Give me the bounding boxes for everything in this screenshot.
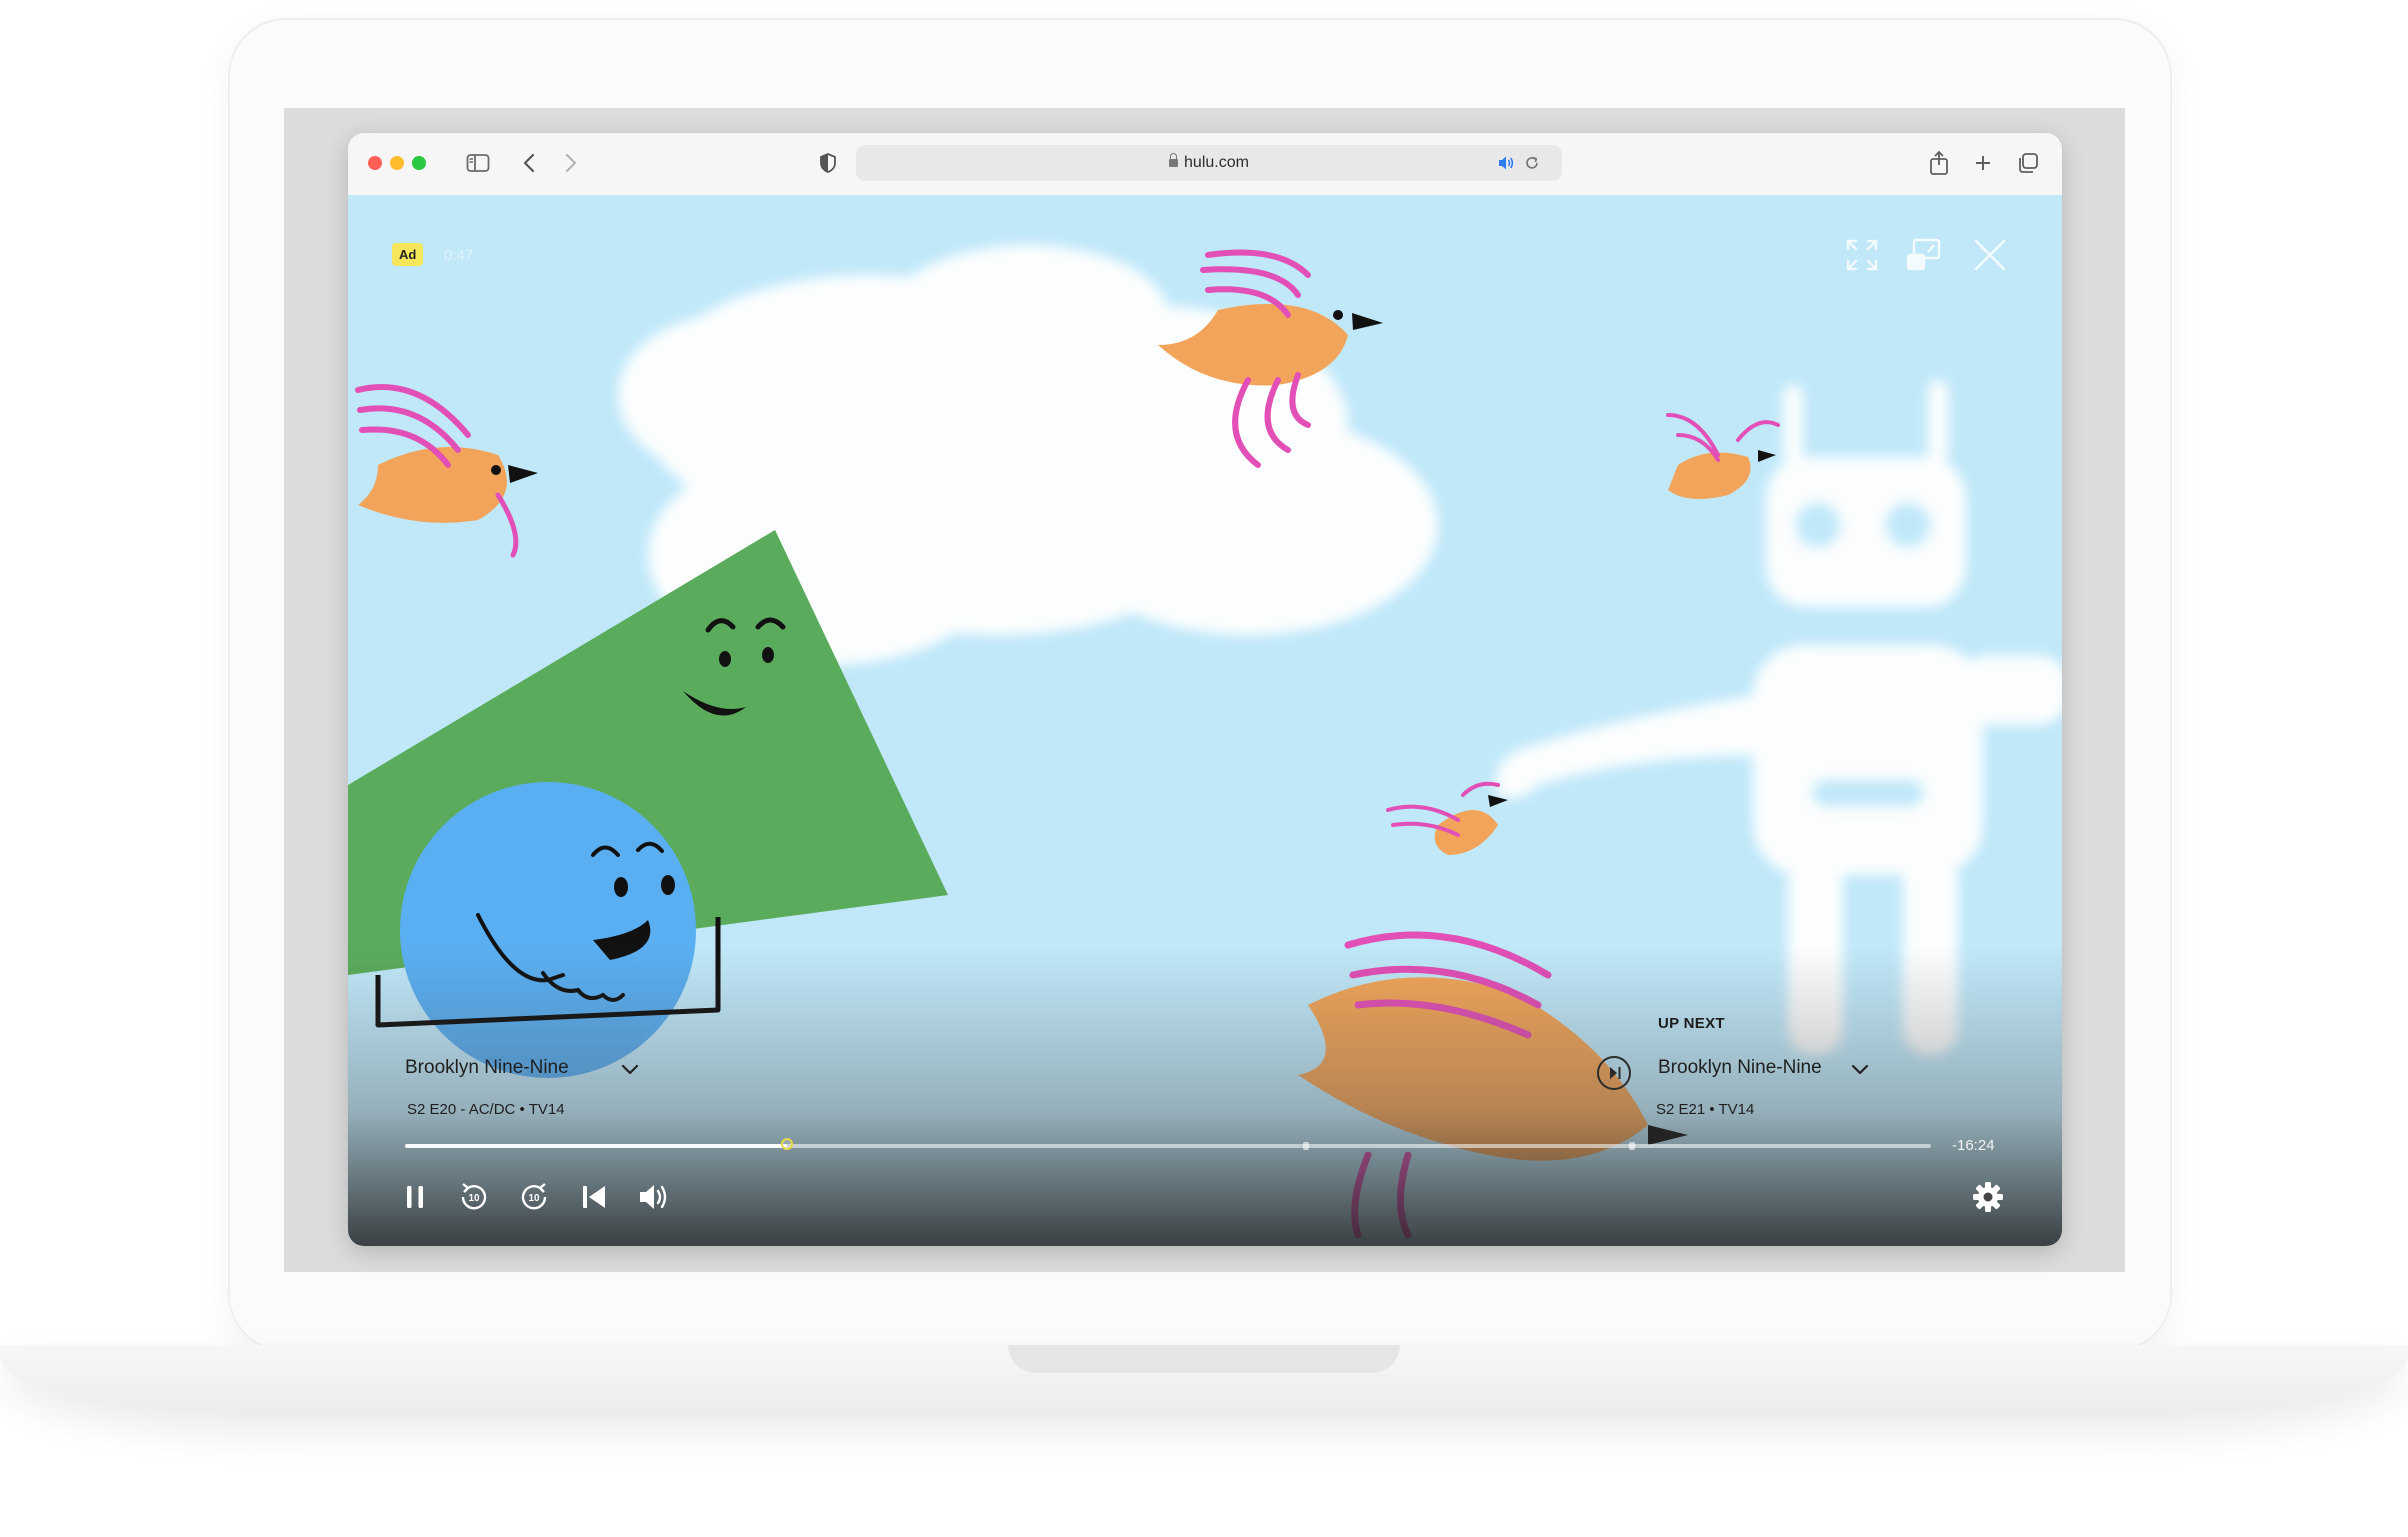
picture-in-picture-icon[interactable] [1904, 235, 1944, 275]
progress-fill [405, 1144, 787, 1148]
svg-text:10: 10 [468, 1193, 480, 1204]
gear-icon[interactable] [1968, 1177, 2008, 1217]
svg-text:10: 10 [528, 1193, 540, 1204]
close-window-button[interactable] [368, 156, 382, 170]
ad-badge: Ad [392, 243, 424, 266]
lock-icon [1169, 153, 1179, 167]
ad-countdown: 0:47 [444, 247, 474, 264]
address-bar[interactable]: hulu.com [856, 145, 1562, 181]
share-icon[interactable] [1925, 149, 1953, 177]
skip-back-icon[interactable] [574, 1177, 614, 1217]
reload-icon[interactable] [1522, 153, 1542, 178]
minimize-window-button[interactable] [390, 156, 404, 170]
chevron-down-icon[interactable] [618, 1057, 642, 1081]
forward-10-icon[interactable]: 10 [514, 1177, 554, 1217]
time-remaining: -16:24 [1952, 1137, 1995, 1154]
up-next-label: UP NEXT [1658, 1015, 1725, 1032]
progress-bar[interactable] [405, 1138, 1931, 1150]
up-next-meta: S2 E21 • TV14 [1656, 1101, 1755, 1118]
bird-left [355, 384, 538, 558]
url-text: hulu.com [856, 153, 1562, 172]
speaker-icon[interactable] [1496, 153, 1516, 178]
zoom-window-button[interactable] [412, 156, 426, 170]
fullscreen-icon[interactable] [1842, 235, 1882, 275]
show-title[interactable]: Brooklyn Nine-Nine [405, 1057, 569, 1079]
video-player[interactable]: Ad 0:47 Brooklyn Nine-Nine S2 E20 - AC/D… [348, 195, 2062, 1246]
browser-window: hulu.com Ad 0:47 Brooklyn Nine-Nine S2 E… [348, 133, 2062, 1246]
episode-meta: S2 E20 - AC/DC • TV14 [407, 1101, 565, 1118]
close-icon[interactable] [1970, 235, 2010, 275]
pause-icon[interactable] [395, 1177, 435, 1217]
up-next-title[interactable]: Brooklyn Nine-Nine [1658, 1057, 1822, 1079]
progress-knob[interactable] [780, 1138, 793, 1150]
volume-icon[interactable] [634, 1177, 674, 1217]
browser-toolbar: hulu.com [348, 133, 2062, 196]
play-next-icon[interactable] [1596, 1055, 1632, 1091]
ad-marker [1629, 1142, 1635, 1150]
laptop-notch [1008, 1345, 1400, 1373]
plus-icon[interactable] [1969, 149, 1997, 177]
chevron-right-icon[interactable] [557, 149, 585, 177]
rewind-10-icon[interactable]: 10 [454, 1177, 494, 1217]
tabs-overview-icon[interactable] [2014, 149, 2042, 177]
bird-small-2 [1386, 781, 1508, 855]
bird-small-1 [1666, 413, 1780, 499]
chevron-left-icon[interactable] [515, 149, 543, 177]
chevron-down-icon[interactable] [1848, 1057, 1872, 1081]
shield-icon[interactable] [814, 149, 842, 177]
ad-marker [1303, 1142, 1309, 1150]
sidebar-icon[interactable] [464, 149, 492, 177]
